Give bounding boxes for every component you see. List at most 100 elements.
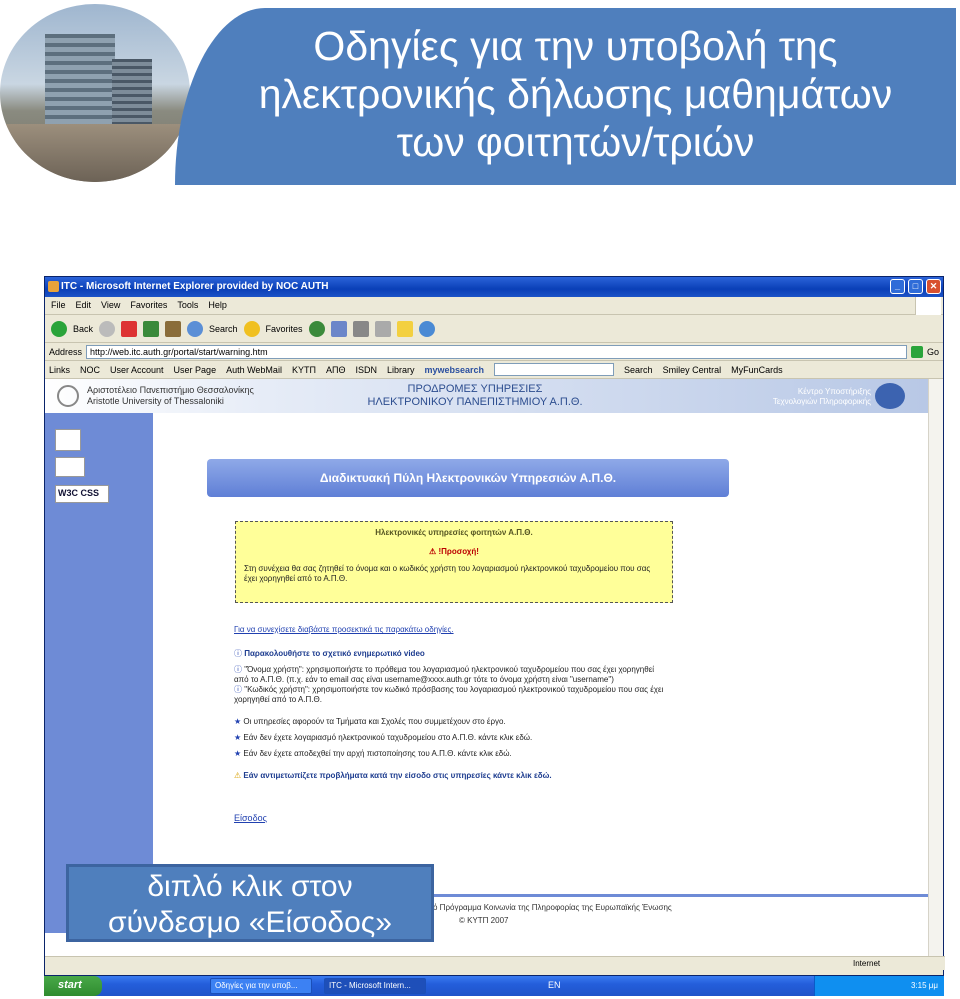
taskbar: start Οδηγίες για την υποβ... ITC - Micr… [44, 976, 944, 996]
university-name-en: Aristotle University of Thessaloniki [87, 396, 224, 406]
link-isdn[interactable]: ISDN [355, 365, 377, 375]
link-user-page[interactable]: User Page [174, 365, 217, 375]
bullet-3[interactable]: Εάν δεν έχετε αποδεχθεί την αρχή πιστοπο… [243, 749, 511, 758]
info-icon: ⓘ [234, 665, 245, 674]
edit-icon[interactable] [374, 320, 391, 337]
mywebsearch-input[interactable] [494, 363, 615, 376]
forward-icon[interactable] [99, 320, 116, 337]
menu-bar: File Edit View Favorites Tools Help [45, 297, 943, 315]
links-label: Links [49, 364, 71, 375]
warning-icon: ⚠ [234, 771, 244, 780]
video-link[interactable]: Παρακολουθήστε το σχετικό ενημερωτικό vi… [244, 649, 425, 658]
title-line-2: ηλεκτρονικής δήλωσης μαθημάτων [258, 71, 893, 117]
mail-icon[interactable] [330, 320, 347, 337]
menu-help[interactable]: Help [208, 300, 227, 311]
language-indicator[interactable]: EN [548, 980, 561, 990]
mywebsearch-label: mywebsearch [424, 364, 485, 375]
history-icon[interactable] [308, 320, 325, 337]
link-apth[interactable]: ΑΠΘ [326, 365, 346, 375]
messenger-icon[interactable] [418, 320, 435, 337]
status-zone: Internet [853, 959, 881, 968]
warning-box: Ηλεκτρονικές υπηρεσίες φοιτητών Α.Π.Θ. ⚠… [235, 521, 673, 603]
banner-title-1: ΠΡΟΔΡΟΜΕΣ ΥΠΗΡΕΣΙΕΣ [407, 383, 543, 395]
callout-line-2: σύνδεσμο «Είσοδος» [108, 906, 392, 939]
search-button[interactable]: Search [209, 324, 238, 334]
menu-edit[interactable]: Edit [76, 300, 92, 311]
center-name-1: Κέντρο Υποστήριξης [797, 387, 871, 396]
bullet-2[interactable]: Εάν δεν έχετε λογαριασμό ηλεκτρονικού τα… [243, 733, 532, 742]
callout-line-1: διπλό κλικ στον [147, 870, 353, 903]
warning-attention: ⚠ !Προσοχή! [236, 537, 672, 556]
footer-eu-text: ό Πρόγραμμα Κοινωνία της Πληροφορίας της… [433, 903, 672, 912]
favorites-button[interactable]: Favorites [266, 324, 303, 334]
warning-attention-text: !Προσοχή! [438, 547, 479, 556]
maximize-button[interactable]: □ [908, 279, 923, 294]
warning-text: Στη συνέχεια θα σας ζητηθεί το όνομα και… [244, 564, 651, 583]
callout-box: διπλό κλικ στον σύνδεσμο «Είσοδος» [66, 864, 434, 942]
instructions-intro: Για να συνεχίσετε διαβάστε προσεκτικά τι… [234, 625, 454, 634]
center-name-2: Τεχνολογιών Πληροφορικής [772, 397, 871, 406]
campus-photo [0, 4, 190, 182]
window-titlebar[interactable]: ITC - Microsoft Internet Explorer provid… [45, 277, 943, 297]
refresh-icon[interactable] [143, 320, 160, 337]
portal-icon[interactable] [55, 429, 81, 451]
info-icon: ⓘ [234, 649, 245, 658]
banner-title: ΠΡΟΔΡΟΜΕΣ ΥΠΗΡΕΣΙΕΣ ΗΛΕΚΤΡΟΝΙΚΟΥ ΠΑΝΕΠΙΣ… [345, 383, 605, 409]
home-icon[interactable] [165, 320, 182, 337]
start-button[interactable]: start [44, 976, 102, 996]
smiley-central-link[interactable]: Smiley Central [663, 365, 722, 375]
username-instruction: "Όνομα χρήστη": χρησιμοποιήστε το πρόθεμ… [234, 665, 655, 684]
folder-icon[interactable] [396, 320, 413, 337]
university-name: Αριστοτέλειο Πανεπιστήμιο Θεσσαλονίκης A… [87, 385, 254, 407]
search-icon[interactable] [187, 320, 204, 337]
banner-title-2: ΗΛΕΚΤΡΟΝΙΚΟΥ ΠΑΝΕΠΙΣΤΗΜΙΟΥ Α.Π.Θ. [367, 396, 583, 408]
problems-link[interactable]: Εάν αντιμετωπίζετε προβλήματα κατά την ε… [243, 771, 551, 780]
myfuncards-link[interactable]: MyFunCards [731, 365, 783, 375]
site-banner: Αριστοτέλειο Πανεπιστήμιο Θεσσαλονίκης A… [45, 379, 929, 413]
star-icon: ★ [234, 717, 244, 726]
slide: Οδηγίες για την υποβολή της ηλεκτρονικής… [0, 0, 960, 999]
task-ie[interactable]: ITC - Microsoft Intern... [324, 978, 426, 994]
address-input[interactable]: http://web.itc.auth.gr/portal/start/warn… [86, 344, 907, 359]
window-title: ITC - Microsoft Internet Explorer provid… [61, 281, 329, 292]
menu-view[interactable]: View [101, 300, 120, 311]
title-line-1: Οδηγίες για την υποβολή της [313, 23, 838, 69]
link-kytp[interactable]: ΚΥΤΠ [292, 365, 316, 375]
go-button[interactable]: Go [927, 347, 939, 357]
slide-title: Οδηγίες για την υποβολή της ηλεκτρονικής… [175, 8, 956, 185]
menu-tools[interactable]: Tools [177, 300, 198, 311]
go-icon[interactable] [910, 345, 923, 358]
link-library[interactable]: Library [387, 365, 415, 375]
link-noc[interactable]: NOC [80, 365, 100, 375]
link-auth-webmail[interactable]: Auth WebMail [226, 365, 282, 375]
favorites-icon[interactable] [243, 320, 260, 337]
info-icon: ⓘ [234, 685, 245, 694]
vertical-scrollbar[interactable] [928, 379, 943, 956]
print-icon[interactable] [352, 320, 369, 337]
links-bar: Links NOC User Account User Page Auth We… [45, 361, 943, 379]
center-name: Κέντρο Υποστήριξης Τεχνολογιών Πληροφορι… [773, 387, 871, 407]
back-icon[interactable] [51, 320, 67, 337]
search-link[interactable]: Search [624, 365, 653, 375]
university-seal-icon [57, 385, 79, 407]
password-instruction: "Κωδικός χρήστη": χρησιμοποιήστε τον κωδ… [234, 685, 664, 704]
footer-copyright: © ΚΥΤΠ 2007 [459, 916, 509, 925]
link-user-account[interactable]: User Account [110, 365, 164, 375]
w3c-css-badge[interactable]: W3C CSS [55, 485, 109, 503]
star-icon: ★ [234, 733, 244, 742]
menu-favorites[interactable]: Favorites [130, 300, 167, 311]
menu-file[interactable]: File [51, 300, 66, 311]
left-sidebar: W3C CSS [45, 413, 153, 933]
address-bar: Address http://web.itc.auth.gr/portal/st… [45, 343, 943, 361]
close-button[interactable]: ✕ [926, 279, 941, 294]
address-label: Address [49, 346, 83, 357]
task-slides[interactable]: Οδηγίες για την υποβ... [210, 978, 312, 994]
bullet-1: Οι υπηρεσίες αφορούν τα Τμήματα και Σχολ… [243, 717, 506, 726]
stop-icon[interactable] [121, 320, 138, 337]
eisodos-link[interactable]: Είσοδος [234, 813, 267, 823]
instructions: Για να συνεχίσετε διαβάστε προσεκτικά τι… [234, 625, 664, 781]
windows-logo-icon [915, 297, 941, 315]
email-icon[interactable] [55, 457, 85, 477]
minimize-button[interactable]: _ [890, 279, 905, 294]
back-button[interactable]: Back [73, 324, 93, 334]
